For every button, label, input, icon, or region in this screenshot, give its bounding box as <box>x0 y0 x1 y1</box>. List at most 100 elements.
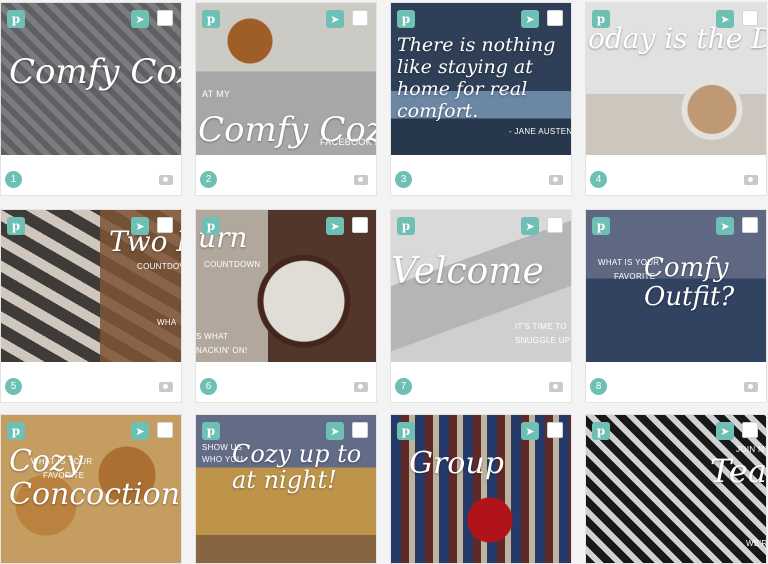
select-checkbox[interactable] <box>352 422 368 438</box>
tile-caption: Comfy Outfit? <box>644 253 735 312</box>
tile-subtext: FACEBOOK PAR <box>320 137 376 147</box>
paper-plane-icon[interactable]: ➤ <box>131 217 149 235</box>
number-badge: 6 <box>200 378 217 395</box>
tile-subtext: AT MY <box>202 89 231 99</box>
number-badge: 4 <box>590 171 607 188</box>
card-footer: 7 <box>391 362 571 402</box>
select-checkbox[interactable] <box>547 422 563 438</box>
paper-plane-icon[interactable]: ➤ <box>326 422 344 440</box>
camera-icon[interactable] <box>159 382 173 392</box>
tile-caption: Cozy Concoction? <box>9 444 181 512</box>
number-badge: 7 <box>395 378 412 395</box>
camera-icon[interactable] <box>354 382 368 392</box>
camera-icon[interactable] <box>549 175 563 185</box>
card-footer: 8 <box>586 362 766 402</box>
paper-plane-icon[interactable]: ➤ <box>131 10 149 28</box>
paper-plane-icon[interactable]: ➤ <box>521 217 539 235</box>
card-footer: 3 <box>391 155 571 195</box>
select-checkbox[interactable] <box>742 10 758 26</box>
image-card-9[interactable]: WHAT IS YOUR FAVORITE Cozy Concoction? p… <box>0 414 182 564</box>
paper-plane-icon[interactable]: ➤ <box>326 10 344 28</box>
number-badge: 5 <box>5 378 22 395</box>
image-card-5[interactable]: Two Ho COUNTDOV WHA p ➤ 5 <box>0 209 182 403</box>
select-checkbox[interactable] <box>157 217 173 233</box>
camera-icon[interactable] <box>744 382 758 392</box>
select-checkbox[interactable] <box>547 10 563 26</box>
pinterest-icon[interactable]: p <box>397 10 415 28</box>
select-checkbox[interactable] <box>157 10 173 26</box>
image-card-10[interactable]: SHOW US WHO YOU Cozy up to at night! p ➤ <box>195 414 377 564</box>
pinterest-icon[interactable]: p <box>202 10 220 28</box>
image-card-8[interactable]: WHAT IS YOUR FAVORITE Comfy Outfit? p ➤ … <box>585 209 767 403</box>
select-checkbox[interactable] <box>742 217 758 233</box>
tile-caption: Cozy up to at night! <box>232 440 362 495</box>
pinterest-icon[interactable]: p <box>592 217 610 235</box>
camera-icon[interactable] <box>744 175 758 185</box>
image-card-7[interactable]: Velcome IT'S TIME TO SNUGGLE UP! p ➤ 7 <box>390 209 572 403</box>
card-footer: 5 <box>1 362 181 402</box>
pinterest-icon[interactable]: p <box>397 217 415 235</box>
tile-subtext: COUNTDOWN <box>204 260 261 269</box>
image-card-2[interactable]: AT MY Comfy Cozy FACEBOOK PAR p ➤ 2 <box>195 2 377 196</box>
tile-caption: oday is the Day <box>588 22 766 55</box>
select-checkbox[interactable] <box>157 422 173 438</box>
pinterest-icon[interactable]: p <box>592 422 610 440</box>
number-badge: 3 <box>395 171 412 188</box>
tile-subtext: WE'R <box>746 539 766 548</box>
paper-plane-icon[interactable]: ➤ <box>521 10 539 28</box>
thumbnail[interactable]: oday is the Day p ➤ <box>586 3 766 155</box>
tile-subtext: NACKIN' ON! <box>196 346 248 355</box>
pinterest-icon[interactable]: p <box>202 422 220 440</box>
image-card-3[interactable]: There is nothing like staying at home fo… <box>390 2 572 196</box>
paper-plane-icon[interactable]: ➤ <box>131 422 149 440</box>
tile-caption: Group <box>409 446 504 481</box>
pinterest-icon[interactable]: p <box>202 217 220 235</box>
thumbnail[interactable]: Velcome IT'S TIME TO SNUGGLE UP! p ➤ <box>391 210 571 362</box>
pinterest-icon[interactable]: p <box>7 10 25 28</box>
pinterest-icon[interactable]: p <box>7 422 25 440</box>
image-card-4[interactable]: oday is the Day p ➤ 4 <box>585 2 767 196</box>
tile-subtext: SNUGGLE UP! <box>515 336 571 345</box>
thumbnail[interactable]: SHOW US WHO YOU Cozy up to at night! p ➤ <box>196 415 376 563</box>
camera-icon[interactable] <box>159 175 173 185</box>
paper-plane-icon[interactable]: ➤ <box>716 422 734 440</box>
pinterest-icon[interactable]: p <box>592 10 610 28</box>
select-checkbox[interactable] <box>547 217 563 233</box>
pinterest-icon[interactable]: p <box>7 217 25 235</box>
card-footer: 2 <box>196 155 376 195</box>
image-card-12[interactable]: JOIN MY Tear WE'R p ➤ <box>585 414 767 564</box>
thumbnail[interactable]: AT MY Comfy Cozy FACEBOOK PAR p ➤ <box>196 3 376 155</box>
paper-plane-icon[interactable]: ➤ <box>521 422 539 440</box>
thumbnail[interactable]: Two Ho COUNTDOV WHA p ➤ <box>1 210 181 362</box>
tile-caption: There is nothing like staying at home fo… <box>397 34 556 122</box>
tile-caption: Tear <box>710 452 766 490</box>
image-grid: Comfy Cozy p ➤ 1 AT MY Comfy Cozy FACEBO… <box>0 0 768 564</box>
select-checkbox[interactable] <box>742 422 758 438</box>
thumbnail[interactable]: WHAT IS YOUR FAVORITE Comfy Outfit? p ➤ <box>586 210 766 362</box>
pinterest-icon[interactable]: p <box>397 422 415 440</box>
tile-subtext: - JANE AUSTEN <box>509 127 571 136</box>
thumbnail[interactable]: Comfy Cozy p ➤ <box>1 3 181 155</box>
paper-plane-icon[interactable]: ➤ <box>326 217 344 235</box>
thumbnail[interactable]: There is nothing like staying at home fo… <box>391 3 571 155</box>
select-checkbox[interactable] <box>352 217 368 233</box>
select-checkbox[interactable] <box>352 10 368 26</box>
image-card-1[interactable]: Comfy Cozy p ➤ 1 <box>0 2 182 196</box>
overlay <box>391 415 571 563</box>
image-card-11[interactable]: Group p ➤ <box>390 414 572 564</box>
paper-plane-icon[interactable]: ➤ <box>716 217 734 235</box>
number-badge: 1 <box>5 171 22 188</box>
camera-icon[interactable] <box>354 175 368 185</box>
thumbnail[interactable]: urn COUNTDOWN S WHAT NACKIN' ON! p ➤ <box>196 210 376 362</box>
camera-icon[interactable] <box>549 382 563 392</box>
image-card-6[interactable]: urn COUNTDOWN S WHAT NACKIN' ON! p ➤ 6 <box>195 209 377 403</box>
thumbnail[interactable]: JOIN MY Tear WE'R p ➤ <box>586 415 766 563</box>
tile-subtext: S WHAT <box>196 332 229 341</box>
tile-caption: Velcome <box>391 251 544 292</box>
thumbnail[interactable]: WHAT IS YOUR FAVORITE Cozy Concoction? p… <box>1 415 181 563</box>
tile-subtext: COUNTDOV <box>137 262 181 271</box>
paper-plane-icon[interactable]: ➤ <box>716 10 734 28</box>
card-footer: 4 <box>586 155 766 195</box>
card-footer: 6 <box>196 362 376 402</box>
thumbnail[interactable]: Group p ➤ <box>391 415 571 563</box>
